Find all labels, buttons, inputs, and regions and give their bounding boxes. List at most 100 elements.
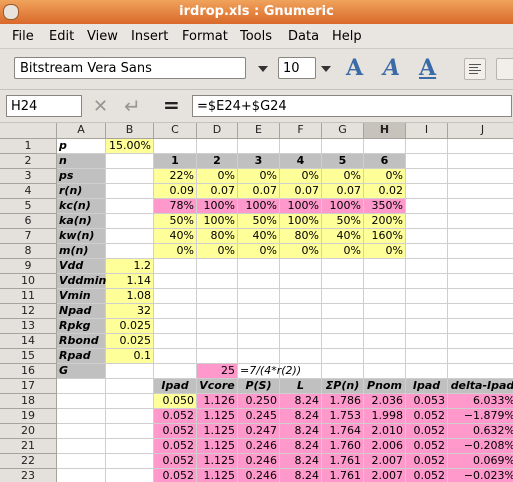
cell-i10[interactable] [406,274,448,289]
cell-d3[interactable]: 0% [197,169,238,184]
cell-j5[interactable] [448,199,513,214]
cell-c9[interactable] [154,259,197,274]
underline-icon[interactable]: A [419,55,436,81]
cell-b15[interactable]: 0.1 [106,349,154,364]
cell-i13[interactable] [406,319,448,334]
cell-j19[interactable]: −1.879% [448,409,513,424]
cell-a7[interactable]: kw(n) [57,229,106,244]
cell-f16[interactable] [280,364,322,379]
cell-c15[interactable] [154,349,197,364]
cell-f19[interactable]: 8.24 [280,409,322,424]
cell-i21[interactable]: 0.052 [406,439,448,454]
cell-f21[interactable]: 8.24 [280,439,322,454]
cell-b18[interactable] [106,394,154,409]
cell-i14[interactable] [406,334,448,349]
cell-b7[interactable] [106,229,154,244]
bold-icon[interactable]: A [346,55,363,81]
row-header-18[interactable]: 18 [0,394,57,409]
cell-j6[interactable] [448,214,513,229]
cell-a3[interactable]: ps [57,169,106,184]
menu-edit[interactable]: Edit [49,29,74,44]
cell-f11[interactable] [280,289,322,304]
cancel-edit-icon[interactable]: ✕ [93,96,108,117]
row-header-16[interactable]: 16 [0,364,57,379]
cell-j12[interactable] [448,304,513,319]
cell-f13[interactable] [280,319,322,334]
cell-h12[interactable] [364,304,406,319]
cell-g20[interactable]: 1.764 [322,424,364,439]
cell-c19[interactable]: 0.052 [154,409,197,424]
cell-e16[interactable]: =7/(4*r(2)) [238,364,301,379]
cell-a22[interactable] [57,454,106,469]
cell-a16[interactable]: G [57,364,106,379]
cell-c22[interactable]: 0.052 [154,454,197,469]
cell-g10[interactable] [322,274,364,289]
cell-i18[interactable]: 0.053 [406,394,448,409]
cell-j13[interactable] [448,319,513,334]
row-header-17[interactable]: 17 [0,379,57,394]
cell-i9[interactable] [406,259,448,274]
row-header-7[interactable]: 7 [0,229,57,244]
cell-e22[interactable]: 0.246 [238,454,280,469]
cell-c20[interactable]: 0.052 [154,424,197,439]
column-header-b[interactable]: B [106,123,154,139]
cell-c17[interactable]: Ipad [154,379,197,394]
cell-e12[interactable] [238,304,280,319]
row-header-8[interactable]: 8 [0,244,57,259]
menu-help[interactable]: Help [332,29,362,44]
cell-f9[interactable] [280,259,322,274]
cell-a23[interactable] [57,469,106,482]
cell-b16[interactable] [106,364,154,379]
cell-j21[interactable]: −0.208% [448,439,513,454]
cell-e2[interactable]: 3 [238,154,280,169]
cell-e19[interactable]: 0.245 [238,409,280,424]
cell-d17[interactable]: Vcore [197,379,238,394]
cell-c11[interactable] [154,289,197,304]
cell-g16[interactable] [322,364,364,379]
cell-j23[interactable]: −0.023% [448,469,513,482]
row-header-2[interactable]: 2 [0,154,57,169]
cell-h8[interactable]: 0% [364,244,406,259]
font-name-combo[interactable]: Bitstream Vera Sans [14,57,246,79]
cell-h20[interactable]: 2.010 [364,424,406,439]
cell-h22[interactable]: 2.007 [364,454,406,469]
row-header-11[interactable]: 11 [0,289,57,304]
cell-h19[interactable]: 1.998 [364,409,406,424]
cell-b2[interactable] [106,154,154,169]
cell-e11[interactable] [238,289,280,304]
column-header-g[interactable]: G [322,123,364,139]
cell-i23[interactable]: 0.052 [406,469,448,482]
cell-d1[interactable] [197,139,238,154]
cell-d11[interactable] [197,289,238,304]
cell-h1[interactable] [364,139,406,154]
cell-b21[interactable] [106,439,154,454]
cell-g12[interactable] [322,304,364,319]
cell-h15[interactable] [364,349,406,364]
cell-f2[interactable]: 4 [280,154,322,169]
cell-j11[interactable] [448,289,513,304]
cell-b23[interactable] [106,469,154,482]
cell-e10[interactable] [238,274,280,289]
cell-j16[interactable] [448,364,513,379]
cell-h21[interactable]: 2.006 [364,439,406,454]
row-header-10[interactable]: 10 [0,274,57,289]
cell-a9[interactable]: Vdd [57,259,106,274]
cell-d8[interactable]: 0% [197,244,238,259]
cell-f12[interactable] [280,304,322,319]
cell-e1[interactable] [238,139,280,154]
cell-g3[interactable]: 0% [322,169,364,184]
cell-b5[interactable] [106,199,154,214]
cell-i22[interactable]: 0.052 [406,454,448,469]
cell-a14[interactable]: Rbond [57,334,106,349]
cell-c21[interactable]: 0.052 [154,439,197,454]
cell-d9[interactable] [197,259,238,274]
cell-a21[interactable] [57,439,106,454]
cell-c23[interactable]: 0.052 [154,469,197,482]
cell-g18[interactable]: 1.786 [322,394,364,409]
function-equals-icon[interactable]: = [163,93,180,117]
cell-c13[interactable] [154,319,197,334]
cell-j4[interactable] [448,184,513,199]
cell-j2[interactable] [448,154,513,169]
menu-view[interactable]: View [87,29,118,44]
menu-insert[interactable]: Insert [131,29,168,44]
